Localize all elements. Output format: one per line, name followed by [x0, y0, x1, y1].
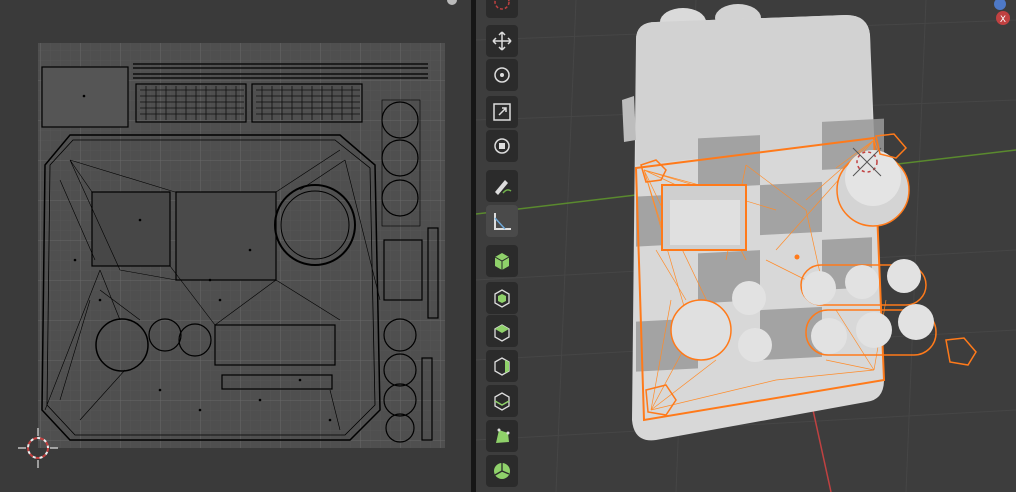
- scale-tool[interactable]: [486, 96, 518, 128]
- transform-tool[interactable]: [486, 130, 518, 162]
- viewport-canvas[interactable]: X: [476, 0, 1016, 492]
- tool-shelf: [478, 0, 526, 492]
- spin-icon: [494, 463, 510, 479]
- measure-tool[interactable]: [486, 205, 518, 237]
- extrude-tool[interactable]: [486, 282, 518, 314]
- scale-icon: [493, 103, 511, 121]
- cursor-icon: [494, 0, 510, 10]
- 3d-viewport[interactable]: X: [476, 0, 1016, 492]
- annotate-tool[interactable]: [486, 170, 518, 202]
- extrude-icon: [494, 289, 510, 308]
- corner-handle-icon[interactable]: [447, 0, 457, 5]
- bevel-tool[interactable]: [486, 350, 518, 382]
- uv-editor[interactable]: [0, 0, 471, 492]
- bevel-icon: [494, 357, 510, 376]
- transform-icon: [494, 138, 510, 154]
- add-cube-icon: [494, 253, 510, 270]
- move-tool[interactable]: [486, 25, 518, 57]
- measure-ruler-icon: [494, 213, 511, 230]
- uv-canvas[interactable]: [0, 0, 471, 492]
- loop-cut-icon: [494, 392, 510, 411]
- cursor-tool[interactable]: [486, 0, 518, 18]
- x-axis-line: [812, 409, 832, 492]
- loop-cut-tool[interactable]: [486, 385, 518, 417]
- knife-tool[interactable]: [486, 420, 518, 452]
- move-arrows-icon: [492, 31, 512, 51]
- rotate-tool[interactable]: [486, 59, 518, 91]
- inset-faces-tool[interactable]: [486, 315, 518, 347]
- spin-tool[interactable]: [486, 455, 518, 487]
- gizmo-x-label: X: [1000, 15, 1006, 25]
- knife-icon: [496, 428, 510, 443]
- add-cube-tool[interactable]: [486, 245, 518, 277]
- navigation-gizmo[interactable]: X: [994, 0, 1010, 25]
- annotate-pen-icon: [495, 180, 512, 195]
- inset-icon: [494, 324, 510, 342]
- rotate-icon: [494, 67, 510, 83]
